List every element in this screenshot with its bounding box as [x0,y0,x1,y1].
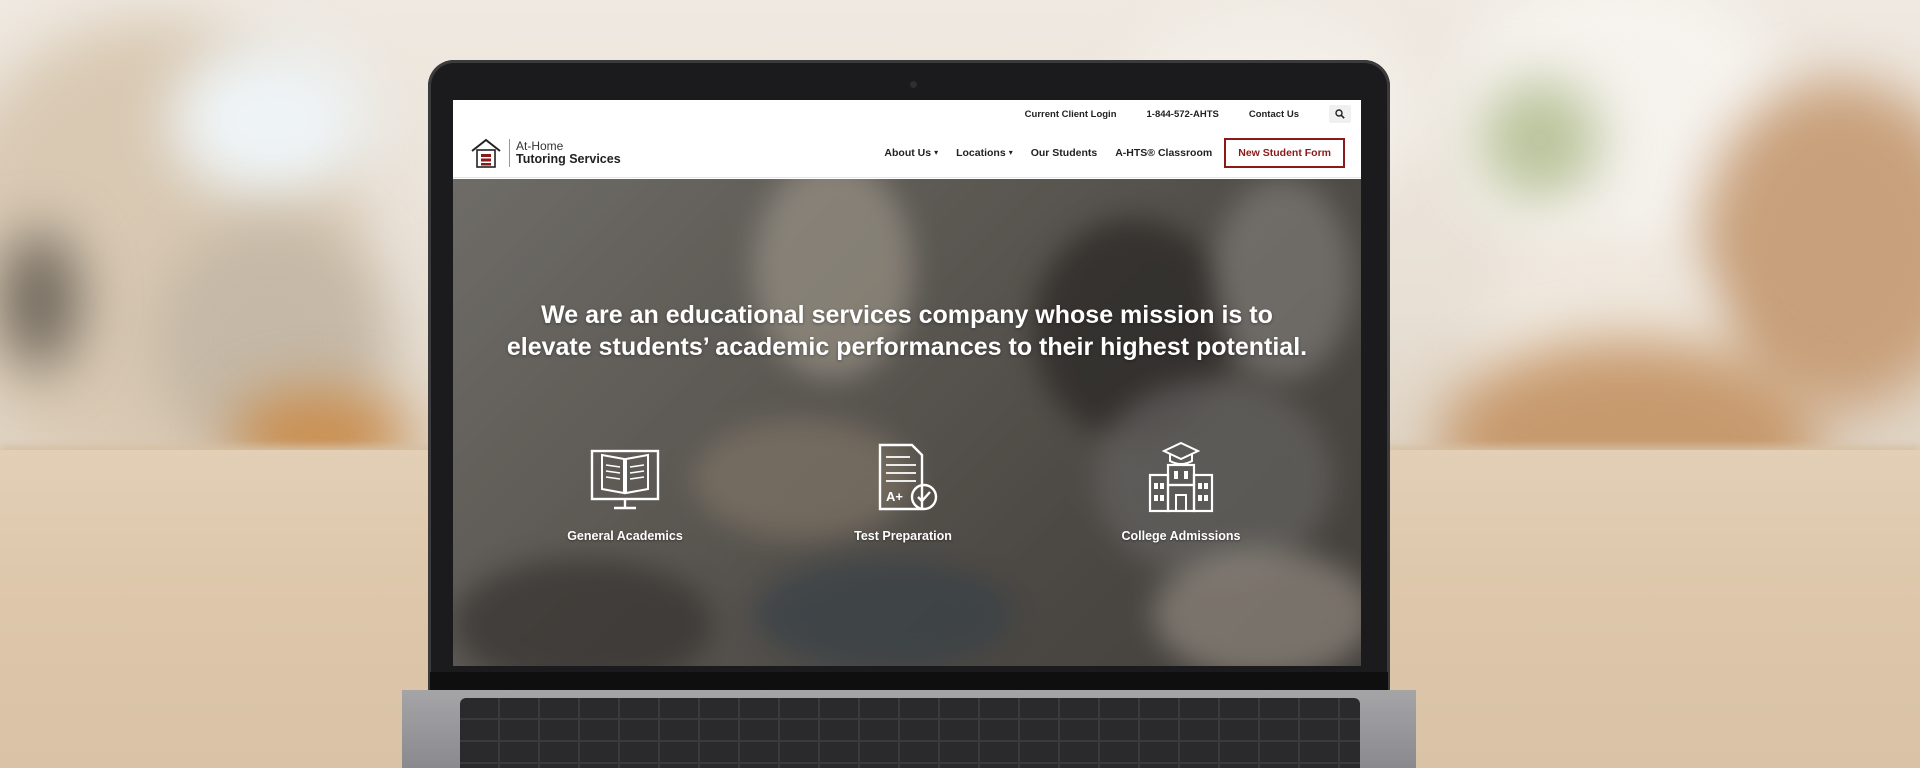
test-paper-icon: A+ [878,443,938,511]
chevron-down-icon: ▾ [934,148,939,157]
nav-item-label: A-HTS® Classroom [1115,146,1213,159]
laptop-keyboard [460,698,1360,768]
college-building-icon [1148,441,1214,513]
logo-name-line2: Tutoring Services [516,151,621,166]
service-label: College Admissions [1121,529,1241,543]
service-college-admissions[interactable]: College Admissions [1081,441,1281,543]
service-label: General Academics [567,529,683,543]
utility-bar: Current Client Login 1-844-572-AHTS Cont… [453,100,1361,128]
chevron-down-icon: ▾ [1008,148,1013,157]
services-row: General Academics A+ Test Preparation Co… [453,441,1361,561]
search-button[interactable] [1329,105,1351,123]
nav-item-about-us[interactable]: About Us ▾ [884,147,938,159]
logo-name-line1: At-Home [516,138,564,153]
nav-item-classroom[interactable]: A-HTS® Classroom [1115,147,1212,159]
laptop-hinge [430,672,1388,692]
nav-item-locations[interactable]: Locations ▾ [956,147,1013,159]
new-student-form-button[interactable]: New Student Form [1224,137,1345,168]
hero-photo-overlay [453,179,1361,666]
laptop-screen: Current Client Login 1-844-572-AHTS Cont… [453,100,1361,666]
client-login-link[interactable]: Current Client Login [1025,109,1117,120]
nav-item-label: About Us [884,146,932,159]
house-logo-icon [471,138,501,168]
nav-item-our-students[interactable]: Our Students [1031,147,1098,159]
nav-item-label: Locations [956,146,1006,159]
search-icon [1335,109,1345,119]
site-logo[interactable]: At-Home Tutoring Services [469,136,621,170]
nav-item-label: Our Students [1030,146,1098,159]
main-navigation: At-Home Tutoring Services About Us ▾ Loc… [453,128,1361,178]
svg-text:A+: A+ [886,489,903,504]
service-test-preparation[interactable]: A+ Test Preparation [803,441,1003,543]
service-label: Test Preparation [854,529,952,543]
phone-link[interactable]: 1-844-572-AHTS [1147,109,1219,120]
service-general-academics[interactable]: General Academics [525,441,725,543]
webcam [910,81,917,88]
contact-us-link[interactable]: Contact Us [1249,109,1299,120]
hero-section: We are an educational services company w… [453,179,1361,666]
book-monitor-icon [590,449,660,510]
hero-headline: We are an educational services company w… [506,301,1308,361]
